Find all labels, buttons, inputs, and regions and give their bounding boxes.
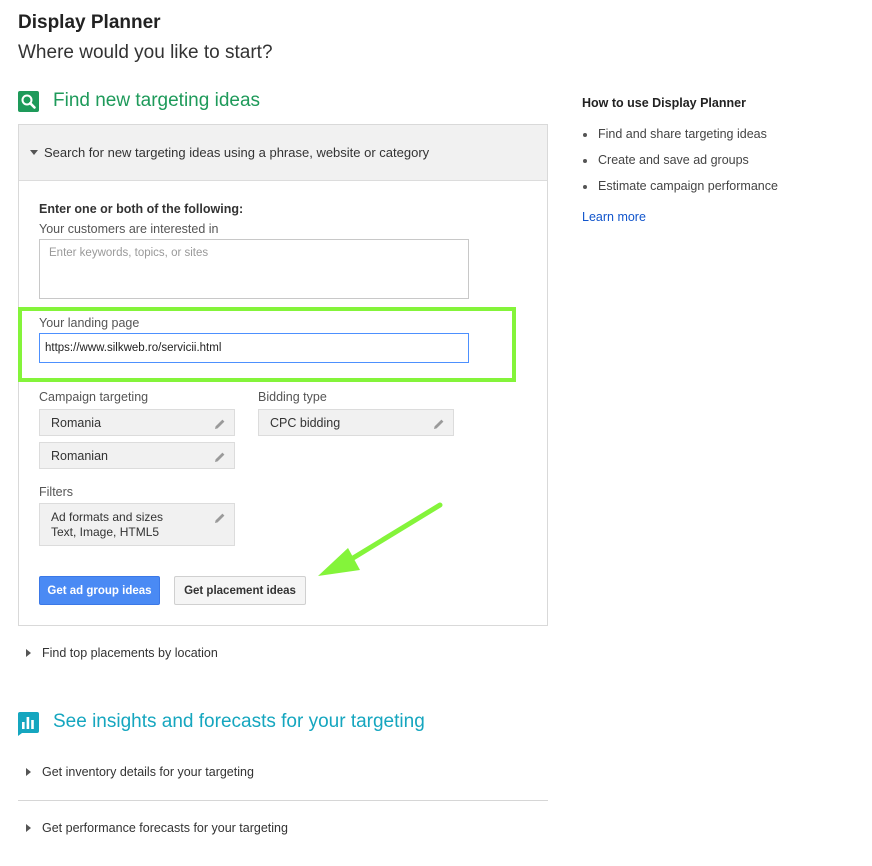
find-placements-by-location-label: Find top placements by location	[42, 646, 218, 660]
interests-label: Your customers are interested in	[39, 222, 219, 236]
chevron-right-icon	[26, 649, 31, 657]
chevron-down-icon	[30, 150, 38, 155]
search-icon	[18, 90, 39, 112]
sidebar-item-label: Create and save ad groups	[598, 153, 749, 167]
insights-title: See insights and forecasts for your targ…	[53, 711, 425, 732]
sidebar-item-label: Find and share targeting ideas	[598, 127, 767, 141]
pencil-icon[interactable]	[433, 418, 445, 433]
inventory-details-row[interactable]: Get inventory details for your targeting	[26, 765, 254, 779]
annotation-arrow-icon	[318, 502, 443, 576]
insights-heading: See insights and forecasts for your targ…	[18, 711, 425, 736]
interests-input[interactable]: Enter keywords, topics, or sites	[39, 239, 469, 299]
ad-formats-chip[interactable]: Ad formats and sizes Text, Image, HTML5	[39, 503, 235, 546]
sidebar-item: Create and save ad groups	[582, 153, 778, 179]
find-targeting-heading: Find new targeting ideas	[18, 90, 260, 112]
page-title: Display Planner	[18, 12, 161, 33]
find-targeting-title: Find new targeting ideas	[53, 90, 261, 111]
sidebar-item: Find and share targeting ideas	[582, 127, 778, 153]
sidebar-item-label: Estimate campaign performance	[598, 179, 778, 193]
divider	[18, 800, 548, 801]
landing-page-highlight	[18, 307, 516, 382]
bullet-icon	[583, 159, 587, 163]
ad-formats-value: Text, Image, HTML5	[51, 524, 160, 539]
inventory-details-label: Get inventory details for your targeting	[42, 765, 254, 779]
location-value: Romania	[51, 415, 102, 430]
language-chip[interactable]: Romanian	[39, 442, 235, 469]
bullet-icon	[583, 185, 587, 189]
filters-label: Filters	[39, 485, 74, 499]
pencil-icon[interactable]	[214, 418, 226, 433]
search-targeting-header-label: Search for new targeting ideas using a p…	[44, 145, 430, 160]
get-ad-group-ideas-button[interactable]: Get ad group ideas	[39, 576, 160, 605]
sidebar-list: Find and share targeting ideas Create an…	[582, 127, 778, 205]
pencil-icon[interactable]	[214, 512, 226, 528]
location-chip[interactable]: Romania	[39, 409, 235, 436]
chevron-right-icon	[26, 824, 31, 832]
learn-more-link[interactable]: Learn more	[582, 210, 646, 224]
pencil-icon[interactable]	[214, 451, 226, 466]
search-targeting-header[interactable]: Search for new targeting ideas using a p…	[19, 125, 547, 181]
bar-chart-icon	[18, 711, 39, 736]
page-subtitle: Where would you like to start?	[18, 42, 273, 63]
bullet-icon	[583, 133, 587, 137]
sidebar-item: Estimate campaign performance	[582, 179, 778, 205]
language-value: Romanian	[51, 448, 108, 463]
performance-forecasts-row[interactable]: Get performance forecasts for your targe…	[26, 821, 288, 835]
find-placements-by-location-row[interactable]: Find top placements by location	[26, 646, 218, 660]
performance-forecasts-label: Get performance forecasts for your targe…	[42, 821, 288, 835]
campaign-targeting-label: Campaign targeting	[39, 390, 149, 404]
chevron-right-icon	[26, 768, 31, 776]
sidebar-title: How to use Display Planner	[582, 96, 746, 110]
bidding-value: CPC bidding	[270, 415, 341, 430]
ad-formats-title: Ad formats and sizes	[51, 509, 164, 524]
get-placement-ideas-button[interactable]: Get placement ideas	[174, 576, 306, 605]
bidding-type-label: Bidding type	[258, 390, 327, 404]
instruction-label: Enter one or both of the following:	[39, 202, 244, 216]
bidding-chip[interactable]: CPC bidding	[258, 409, 454, 436]
